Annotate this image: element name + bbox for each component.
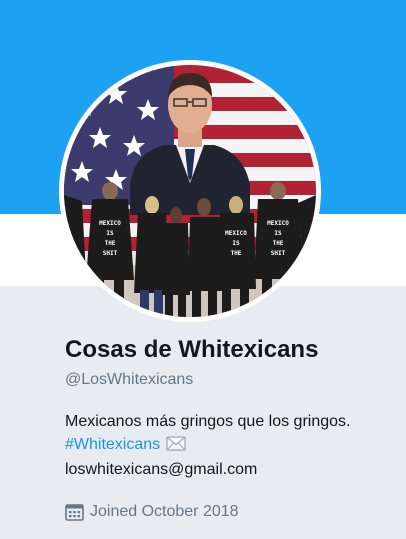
joined-date: Joined October 2018 bbox=[65, 500, 239, 524]
hashtag-link[interactable]: #Whitexicans bbox=[65, 436, 160, 453]
svg-text:IS: IS bbox=[106, 230, 114, 237]
svg-text:THE: THE bbox=[273, 240, 284, 247]
svg-text:SHIT: SHIT bbox=[271, 250, 286, 257]
bio-email: loswhitexicans@gmail.com bbox=[65, 461, 258, 478]
svg-text:THE: THE bbox=[105, 240, 116, 247]
bio-line: Mexicanos más gringos que los gringos. bbox=[65, 413, 351, 430]
svg-text:MEXICO: MEXICO bbox=[225, 230, 247, 237]
svg-text:MEXICO: MEXICO bbox=[267, 220, 289, 227]
profile-display-name[interactable]: Cosas de Whitexicans bbox=[65, 336, 318, 364]
avatar[interactable]: MEXICO IS THE SHIT MEXICO IS THE SHIT MEXICO IS… bbox=[64, 65, 316, 317]
joined-text: Joined October 2018 bbox=[90, 503, 239, 520]
envelope-icon bbox=[166, 435, 186, 458]
calendar-icon bbox=[65, 503, 84, 521]
profile-handle[interactable]: @LosWhitexicans bbox=[65, 371, 193, 389]
svg-text:IS: IS bbox=[274, 230, 282, 237]
svg-text:MEXICO: MEXICO bbox=[99, 220, 121, 227]
avatar-image: MEXICO IS THE SHIT MEXICO IS THE SHIT MEXICO IS… bbox=[64, 65, 316, 317]
profile-bio: Mexicanos más gringos que los gringos. #… bbox=[65, 410, 395, 481]
svg-text:THE: THE bbox=[231, 250, 242, 257]
bio-hashtag-line: #Whitexicans bbox=[65, 433, 395, 458]
svg-text:SHIT: SHIT bbox=[103, 250, 118, 257]
svg-text:IS: IS bbox=[232, 240, 240, 247]
